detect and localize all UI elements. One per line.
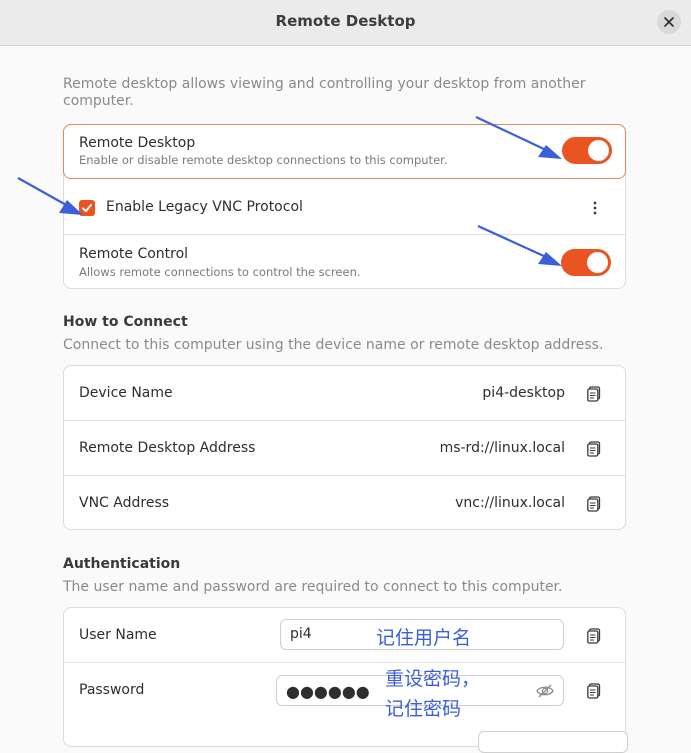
- how-to-connect-title: How to Connect: [63, 314, 188, 330]
- annotation-remember-username: 记住用户名: [376, 627, 472, 649]
- copy-icon[interactable]: [587, 628, 601, 644]
- copy-icon[interactable]: [587, 496, 601, 512]
- authentication-subtitle: The user name and password are required …: [63, 579, 563, 595]
- intro-text: Remote desktop allows viewing and contro…: [63, 76, 586, 109]
- device-name-value: pi4-desktop: [482, 385, 565, 401]
- remote-desktop-address-row: Remote Desktop Address ms-rd://linux.loc…: [64, 420, 625, 475]
- copy-icon[interactable]: [587, 683, 601, 699]
- how-to-connect-subtitle: Connect to this computer using the devic…: [63, 337, 604, 353]
- vnc-address-label: VNC Address: [79, 495, 170, 511]
- remote-control-title: Remote Control: [79, 246, 189, 262]
- window-title: Remote Desktop: [275, 12, 416, 30]
- remote-desktop-subtitle: Enable or disable remote desktop connect…: [79, 153, 448, 167]
- remote-control-subtitle: Allows remote connections to control the…: [79, 265, 361, 279]
- annotation-reset-password-1: 重设密码，: [385, 668, 481, 690]
- password-mask: ●●●●●●: [286, 682, 370, 701]
- authentication-card: User Name pi4 Password ●●●●●●: [63, 607, 626, 747]
- username-label: User Name: [79, 627, 157, 643]
- toggle-knob: [588, 140, 609, 161]
- annotation-reset-password-2: 记住密码: [385, 698, 462, 720]
- vnc-address-value: vnc://linux.local: [455, 495, 565, 511]
- change-button-partial[interactable]: [478, 731, 628, 753]
- password-row: Password ●●●●●●: [64, 662, 625, 717]
- vnc-address-row: VNC Address vnc://linux.local: [64, 475, 625, 530]
- username-row: User Name pi4: [64, 608, 625, 663]
- check-icon: [82, 204, 92, 212]
- more-options-icon[interactable]: [593, 201, 597, 215]
- legacy-vnc-checkbox[interactable]: [79, 200, 95, 216]
- remote-control-row: Remote Control Allows remote connections…: [64, 234, 625, 289]
- title-bar: Remote Desktop: [0, 0, 691, 46]
- authentication-title: Authentication: [63, 556, 181, 572]
- copy-icon[interactable]: [587, 386, 601, 402]
- password-label: Password: [79, 682, 145, 698]
- close-button[interactable]: [657, 10, 681, 34]
- legacy-vnc-row[interactable]: Enable Legacy VNC Protocol: [64, 180, 625, 235]
- device-name-row: Device Name pi4-desktop: [64, 366, 625, 421]
- remote-control-toggle[interactable]: [561, 249, 611, 276]
- close-icon: [664, 17, 674, 27]
- device-name-label: Device Name: [79, 385, 173, 401]
- remote-desktop-address-label: Remote Desktop Address: [79, 440, 256, 456]
- toggle-knob: [587, 252, 608, 273]
- remote-desktop-address-value: ms-rd://linux.local: [439, 440, 565, 456]
- eye-hidden-icon[interactable]: [536, 684, 554, 698]
- remote-desktop-toggle[interactable]: [562, 137, 612, 164]
- legacy-vnc-label: Enable Legacy VNC Protocol: [106, 199, 303, 215]
- remote-desktop-row: Remote Desktop Enable or disable remote …: [63, 124, 626, 179]
- remote-desktop-title: Remote Desktop: [79, 135, 196, 151]
- connection-info-card: Device Name pi4-desktop Remote Desktop A…: [63, 365, 626, 530]
- copy-icon[interactable]: [587, 441, 601, 457]
